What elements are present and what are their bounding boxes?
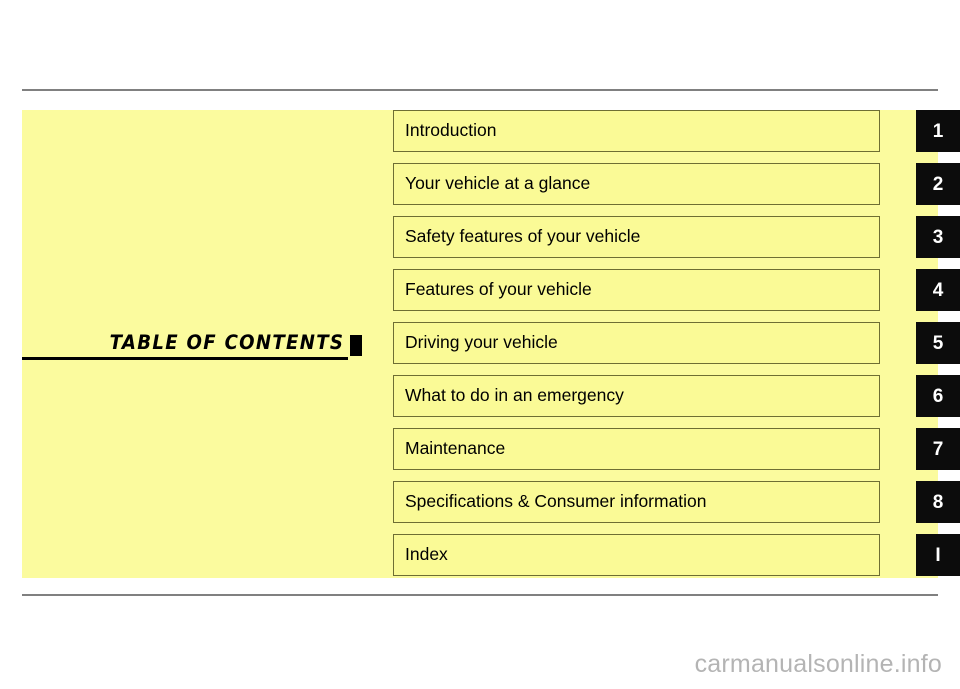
toc-entry-label: What to do in an emergency	[405, 385, 624, 406]
page-canvas: TABLE OF CONTENTS Introduction 1 Your vehi…	[0, 0, 960, 689]
toc-tab-2[interactable]: 2	[916, 163, 960, 205]
black-square-icon	[350, 335, 362, 356]
toc-tab-4[interactable]: 4	[916, 269, 960, 311]
toc-entry-5[interactable]: Driving your vehicle	[393, 322, 880, 364]
toc-entry-4[interactable]: Features of your vehicle	[393, 269, 880, 311]
toc-entry-label: Maintenance	[405, 438, 506, 459]
toc-entry-label: Safety features of your vehicle	[405, 226, 641, 247]
toc-entry-label: Specifications & Consumer information	[405, 491, 707, 512]
toc-entry-8[interactable]: Specifications & Consumer information	[393, 481, 880, 523]
toc-entry-label: Driving your vehicle	[405, 332, 558, 353]
toc-entry-6[interactable]: What to do in an emergency	[393, 375, 880, 417]
page-title-label: TABLE OF CONTENTS	[109, 331, 344, 354]
top-divider-rule	[22, 89, 938, 91]
toc-tab-3[interactable]: 3	[916, 216, 960, 258]
toc-row[interactable]: What to do in an emergency 6	[393, 375, 960, 417]
toc-tab-label: 6	[932, 385, 944, 407]
toc-entry-2[interactable]: Your vehicle at a glance	[393, 163, 880, 205]
toc-tab-7[interactable]: 7	[916, 428, 960, 470]
toc-entry-9[interactable]: Index	[393, 534, 880, 576]
toc-entry-label: Introduction	[405, 120, 497, 141]
page-title: TABLE OF CONTENTS	[22, 318, 362, 362]
toc-tab-label: 4	[932, 279, 944, 301]
toc-entry-1[interactable]: Introduction	[393, 110, 880, 152]
toc-entry-7[interactable]: Maintenance	[393, 428, 880, 470]
toc-tab-6[interactable]: 6	[916, 375, 960, 417]
toc-tab-label: I	[935, 544, 941, 566]
toc-tab-5[interactable]: 5	[916, 322, 960, 364]
toc-tab-I[interactable]: I	[916, 534, 960, 576]
toc-entry-3[interactable]: Safety features of your vehicle	[393, 216, 880, 258]
toc-entry-label: Features of your vehicle	[405, 279, 592, 300]
toc-row[interactable]: Introduction 1	[393, 110, 960, 152]
toc-row[interactable]: Maintenance 7	[393, 428, 960, 470]
toc-tab-8[interactable]: 8	[916, 481, 960, 523]
toc-row[interactable]: Specifications & Consumer information 8	[393, 481, 960, 523]
toc-tab-label: 2	[932, 173, 944, 195]
toc-tab-label: 1	[932, 120, 944, 142]
toc-entry-label: Your vehicle at a glance	[405, 173, 591, 194]
toc-row-list: Introduction 1 Your vehicle at a glance 2 Sa…	[393, 110, 960, 578]
watermark-label: carmanualsonline.info	[694, 650, 942, 678]
toc-tab-label: 7	[932, 438, 944, 460]
toc-tab-label: 3	[932, 226, 944, 248]
title-underline-rule	[22, 357, 348, 360]
toc-tab-label: 8	[932, 491, 944, 513]
toc-entry-label: Index	[405, 544, 448, 565]
toc-row[interactable]: Features of your vehicle 4	[393, 269, 960, 311]
toc-row[interactable]: Your vehicle at a glance 2	[393, 163, 960, 205]
toc-tab-label: 5	[932, 332, 944, 354]
table-of-contents-panel: TABLE OF CONTENTS Introduction 1 Your vehi…	[22, 110, 960, 578]
toc-row[interactable]: Index I	[393, 534, 960, 576]
toc-tab-1[interactable]: 1	[916, 110, 960, 152]
toc-row[interactable]: Safety features of your vehicle 3	[393, 216, 960, 258]
toc-row[interactable]: Driving your vehicle 5	[393, 322, 960, 364]
bottom-divider-rule	[22, 594, 938, 596]
